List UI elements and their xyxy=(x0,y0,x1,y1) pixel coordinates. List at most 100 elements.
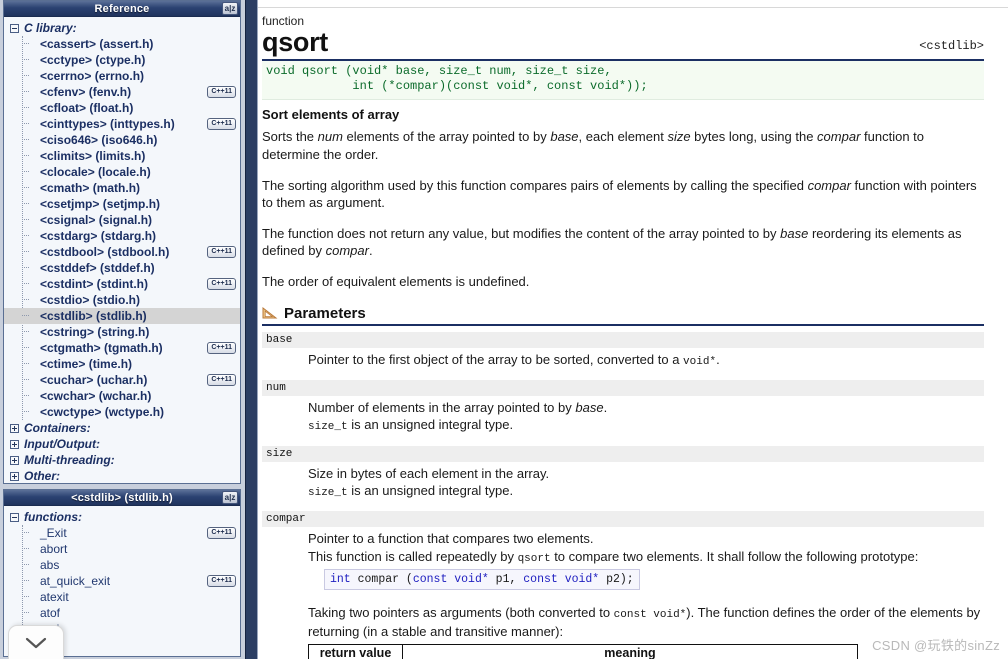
tree-branch-line xyxy=(22,347,29,348)
sidebar-item-function[interactable]: abs xyxy=(4,557,240,573)
sidebar-item-label: <cfloat> (float.h) xyxy=(40,101,134,115)
param-name-num: num xyxy=(262,380,984,397)
bottom-collapse-tab[interactable] xyxy=(8,625,64,659)
param-desc-num: Number of elements in the array pointed … xyxy=(262,399,984,435)
tree-group-label: Input/Output: xyxy=(24,437,100,451)
sidebar-item-label: <cctype> (ctype.h) xyxy=(40,53,146,67)
tree-group-input-output[interactable]: Input/Output: xyxy=(4,436,240,452)
tree-branch-line xyxy=(22,379,29,380)
sidebar-item-header[interactable]: <clocale> (locale.h) xyxy=(4,164,240,180)
entry-subtitle: Sort elements of array xyxy=(262,107,400,123)
sort-alpha-icon[interactable]: a|z xyxy=(222,491,238,504)
sidebar-item-header[interactable]: <ciso646> (iso646.h) xyxy=(4,132,240,148)
reference-tree[interactable]: C library: <cassert> (assert.h) <cctype> (… xyxy=(4,17,240,483)
cstdlib-panel-header: <cstdlib> (stdlib.h) a|z xyxy=(4,490,240,506)
sidebar-item-header[interactable]: <cstdlib> (stdlib.h) xyxy=(4,308,240,324)
tree-group-multi-threading[interactable]: Multi-threading: xyxy=(4,452,240,468)
table-header-row: return value meaning xyxy=(308,643,858,659)
tree-branch-line xyxy=(22,219,29,220)
sidebar-item-header[interactable]: <csignal> (signal.h) xyxy=(4,212,240,228)
sidebar-item-header[interactable]: <cstddef> (stddef.h) xyxy=(4,260,240,276)
tree-group-other[interactable]: Other: xyxy=(4,468,240,483)
sidebar-item-function[interactable]: atexit xyxy=(4,589,240,605)
description-paragraph-1: Sorts the num elements of the array poin… xyxy=(262,128,984,162)
sidebar: Reference a|z C library: <cassert> (asser… xyxy=(0,0,245,659)
tree-branch-line xyxy=(22,203,29,204)
tree-branch-line xyxy=(22,596,29,597)
tree-group-label: C library: xyxy=(24,21,77,35)
tree-group-c-library[interactable]: C library: xyxy=(4,20,240,36)
sidebar-item-header[interactable]: <cuchar> (uchar.h) C++11 xyxy=(4,372,240,388)
sidebar-item-function[interactable]: atof xyxy=(4,605,240,621)
param-desc-base: Pointer to the first object of the array… xyxy=(262,351,984,370)
sidebar-item-header[interactable]: <cstdint> (stdint.h) C++11 xyxy=(4,276,240,292)
sidebar-item-header[interactable]: <cstring> (string.h) xyxy=(4,324,240,340)
compar-l2-a: This function is called repeatedly by xyxy=(308,548,518,564)
tree-branch-line xyxy=(22,235,29,236)
sidebar-item-label: <cstdarg> (stdarg.h) xyxy=(40,229,157,243)
sidebar-item-header[interactable]: <cctype> (ctype.h) xyxy=(4,52,240,68)
sidebar-item-label: <clocale> (locale.h) xyxy=(40,165,151,179)
expand-icon[interactable] xyxy=(10,471,19,481)
param-desc-line-1: Size in bytes of each element in the arr… xyxy=(308,465,550,481)
sidebar-item-label: <ctgmath> (tgmath.h) xyxy=(40,341,163,355)
expand-icon[interactable] xyxy=(10,455,19,465)
p1-em-base: base xyxy=(550,129,579,145)
sidebar-item-header[interactable]: <cwchar> (wchar.h) xyxy=(4,388,240,404)
expand-icon[interactable] xyxy=(10,439,19,449)
collapse-icon[interactable] xyxy=(10,23,19,33)
sidebar-item-label: at_quick_exit xyxy=(40,574,111,588)
parameters-heading: Parameters xyxy=(284,304,366,322)
page-title: qsort xyxy=(262,27,329,57)
tree-branch-line xyxy=(22,532,29,533)
sidebar-item-header[interactable]: <cfloat> (float.h) xyxy=(4,100,240,116)
sidebar-item-header[interactable]: <climits> (limits.h) xyxy=(4,148,240,164)
collapse-icon[interactable] xyxy=(10,512,19,522)
description-paragraph-2: The sorting algorithm used by this funct… xyxy=(262,177,984,211)
tree-children: <cassert> (assert.h) <cctype> (ctype.h) <c… xyxy=(4,36,240,420)
sidebar-item-header[interactable]: <cstdarg> (stdarg.h) xyxy=(4,228,240,244)
return-value-table-head: return value meaning xyxy=(308,643,858,659)
sidebar-item-header[interactable]: <ctime> (time.h) xyxy=(4,356,240,372)
tree-branch-line xyxy=(22,155,29,156)
sidebar-item-header[interactable]: <cstdio> (stdio.h) xyxy=(4,292,240,308)
param-desc-size: Size in bytes of each element in the arr… xyxy=(262,465,984,501)
sidebar-item-header[interactable]: <cassert> (assert.h) xyxy=(4,36,240,52)
sidebar-item-header[interactable]: <cinttypes> (inttypes.h) C++11 xyxy=(4,116,240,132)
p3-em-compar: compar xyxy=(325,243,369,259)
sidebar-item-function[interactable]: abort xyxy=(4,541,240,557)
proto-t1: compar ( xyxy=(350,573,413,587)
sidebar-item-header[interactable]: <ctgmath> (tgmath.h) C++11 xyxy=(4,340,240,356)
reference-panel-header: Reference a|z xyxy=(4,1,240,17)
sidebar-item-label: <ciso646> (iso646.h) xyxy=(40,133,158,147)
sidebar-item-header[interactable]: <cfenv> (fenv.h) C++11 xyxy=(4,84,240,100)
tree-branch-line xyxy=(22,363,29,364)
tree-branch-line xyxy=(22,331,29,332)
proto-t2: p1, xyxy=(488,573,524,587)
compar-line-1: Pointer to a function that compares two … xyxy=(308,531,594,547)
expand-icon[interactable] xyxy=(10,423,19,433)
panel-scrollbar[interactable] xyxy=(245,0,258,659)
sidebar-item-header[interactable]: <cerrno> (errno.h) xyxy=(4,68,240,84)
tree-branch-line xyxy=(22,91,29,92)
sort-alpha-icon[interactable]: a|z xyxy=(222,2,238,15)
tree-group-functions[interactable]: functions: xyxy=(4,509,240,525)
param-inline-code: void* xyxy=(683,355,717,368)
tree-group-label: Other: xyxy=(24,469,60,483)
param-em: base xyxy=(575,400,604,416)
sidebar-item-label: <cfenv> (fenv.h) xyxy=(40,85,132,99)
tree-branch-line xyxy=(22,107,29,108)
tree-group-containers[interactable]: Containers: xyxy=(4,420,240,436)
sidebar-item-function[interactable]: _Exit C++11 xyxy=(4,525,240,541)
sidebar-item-header[interactable]: <cmath> (math.h) xyxy=(4,180,240,196)
param-type-code: size_t xyxy=(308,486,348,499)
content-topbar xyxy=(258,0,1008,8)
sidebar-item-header[interactable]: <cwctype> (wctype.h) xyxy=(4,404,240,420)
p2-em-compar: compar xyxy=(807,177,851,193)
proto-kw-constvoid2: const void* xyxy=(523,573,600,587)
sidebar-item-function[interactable]: at_quick_exit C++11 xyxy=(4,573,240,589)
sidebar-item-header[interactable]: <csetjmp> (setjmp.h) xyxy=(4,196,240,212)
sidebar-item-header[interactable]: <cstdbool> (stdbool.h) C++11 xyxy=(4,244,240,260)
sidebar-item-label: <climits> (limits.h) xyxy=(40,149,146,163)
